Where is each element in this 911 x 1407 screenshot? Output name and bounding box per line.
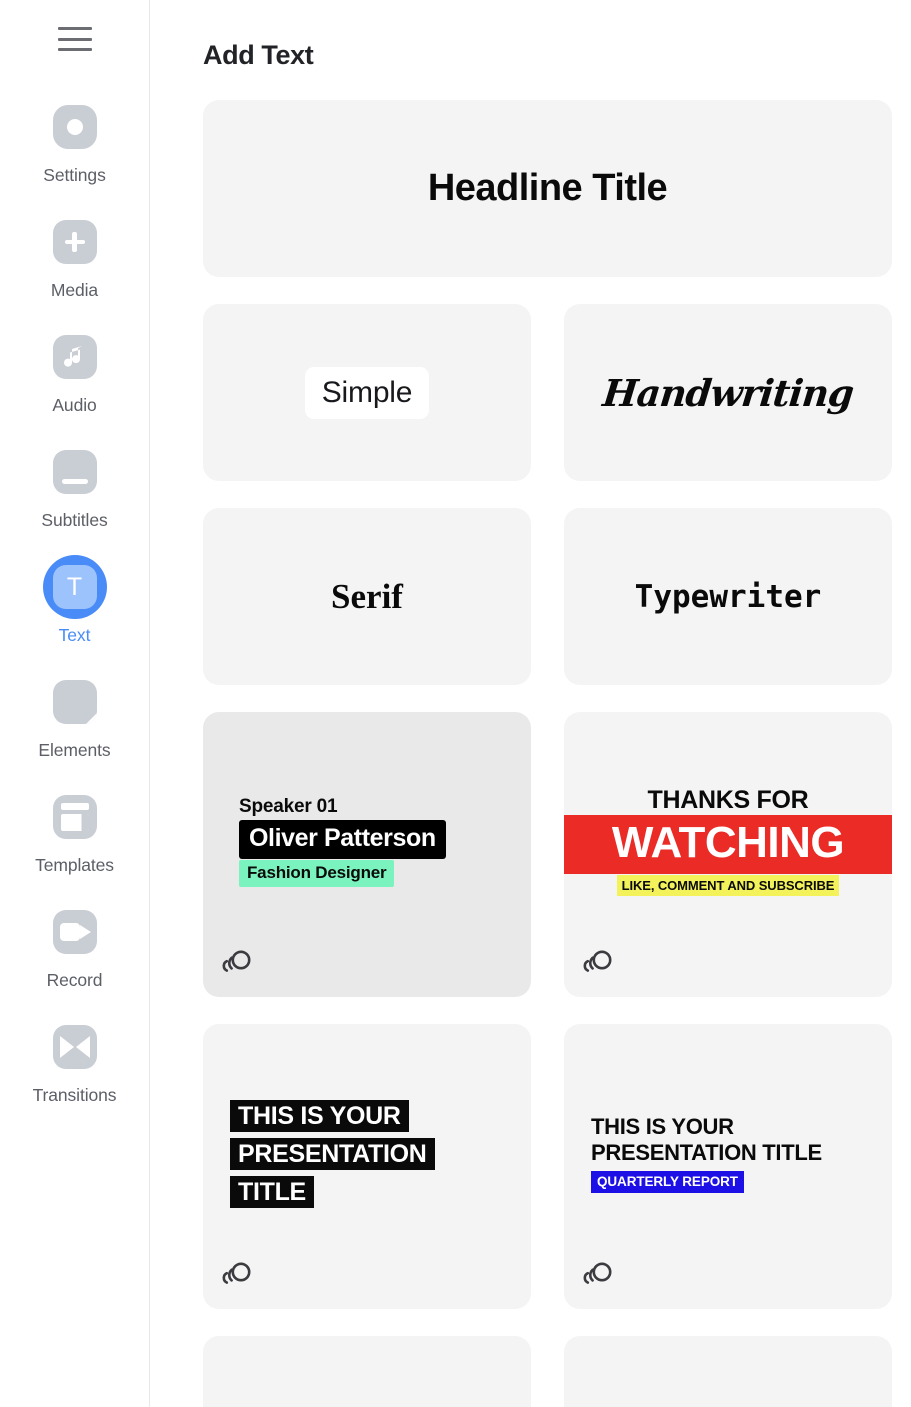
speaker-role: Fashion Designer — [239, 860, 395, 887]
presentation-badge-preview: THIS IS YOUR PRESENTATION TITLE QUARTERL… — [564, 1114, 892, 1194]
text-t-icon: T — [52, 565, 97, 609]
hamburger-bar — [57, 37, 92, 41]
plus-media-icon — [52, 220, 97, 264]
presentation-highlight-preview: THIS IS YOUR PRESENTATION TITLE — [203, 1097, 531, 1211]
text-style-card-handwriting[interactable]: Handwriting — [564, 304, 892, 481]
text-style-card-serif[interactable]: Serif — [203, 508, 531, 685]
animation-icon — [583, 949, 615, 982]
text-style-preview: Headline Title — [427, 167, 668, 209]
sidebar-item-settings[interactable]: Settings — [0, 95, 149, 186]
sidebar-item-text[interactable]: T Text — [0, 555, 149, 646]
text-style-card-headline[interactable]: Headline Title — [203, 100, 892, 277]
presentation-highlight-text: THIS IS YOUR PRESENTATION TITLE — [230, 1099, 435, 1208]
sidebar-item-label: Media — [50, 280, 99, 300]
page-title: Add Text — [203, 40, 314, 70]
text-style-preview: Simple — [304, 366, 430, 419]
text-style-card-next-right[interactable] — [564, 1336, 892, 1407]
elements-icon-wrap — [43, 670, 107, 734]
text-style-card-speaker[interactable]: Speaker 01 Oliver Patterson Fashion Desi… — [203, 712, 531, 997]
text-style-card-presentation-badge[interactable]: THIS IS YOUR PRESENTATION TITLE QUARTERL… — [564, 1024, 892, 1309]
transitions-icon-wrap — [43, 1015, 107, 1079]
thanks-line-1: THANKS FOR — [647, 785, 809, 814]
text-style-card-typewriter[interactable]: Typewriter — [564, 508, 892, 685]
sidebar-item-label: Text — [58, 625, 91, 645]
elements-shape-icon — [52, 680, 97, 724]
text-style-grid: Headline Title Simple Handwriting Serif … — [203, 100, 892, 1407]
thanks-preview: THANKS FOR WATCHING LIKE, COMMENT AND SU… — [564, 785, 892, 897]
hamburger-bar — [57, 48, 92, 51]
speaker-preview: Speaker 01 Oliver Patterson Fashion Desi… — [203, 796, 531, 887]
media-icon-wrap — [43, 210, 107, 274]
text-t-glyph: T — [66, 572, 83, 601]
text-panel: Add Text Headline Title Simple Handwriti… — [150, 0, 911, 1407]
text-style-preview: Handwriting — [600, 370, 856, 415]
speaker-eyebrow: Speaker 01 — [239, 796, 338, 817]
music-note-icon — [52, 335, 97, 379]
video-camera-icon — [52, 910, 97, 954]
audio-icon-wrap — [43, 325, 107, 389]
text-style-card-thanks-for-watching[interactable]: THANKS FOR WATCHING LIKE, COMMENT AND SU… — [564, 712, 892, 997]
sidebar-item-templates[interactable]: Templates — [0, 785, 149, 876]
presentation-line-2: PRESENTATION TITLE — [591, 1140, 822, 1165]
app-root: Settings Media Audio Subtitles T Text El… — [0, 0, 911, 1407]
text-style-preview: Serif — [331, 576, 403, 616]
sidebar-item-label: Record — [46, 970, 103, 990]
sidebar-item-media[interactable]: Media — [0, 210, 149, 301]
sidebar-item-label: Audio — [52, 395, 97, 415]
speaker-name: Oliver Patterson — [239, 820, 446, 859]
sidebar-item-subtitles[interactable]: Subtitles — [0, 440, 149, 531]
sidebar-item-label: Elements — [38, 740, 111, 760]
text-style-card-next-left[interactable] — [203, 1336, 531, 1407]
thanks-line-3: LIKE, COMMENT AND SUBSCRIBE — [616, 875, 840, 897]
sidebar-item-record[interactable]: Record — [0, 900, 149, 991]
settings-icon-wrap — [43, 95, 107, 159]
sidebar-item-audio[interactable]: Audio — [0, 325, 149, 416]
templates-layout-icon — [52, 795, 97, 839]
sidebar: Settings Media Audio Subtitles T Text El… — [0, 0, 150, 1407]
animation-icon — [222, 949, 254, 982]
subtitles-icon — [52, 450, 97, 494]
sidebar-item-elements[interactable]: Elements — [0, 670, 149, 761]
sidebar-item-transitions[interactable]: Transitions — [0, 1015, 149, 1106]
sidebar-item-label: Subtitles — [41, 510, 108, 530]
sidebar-item-label: Transitions — [32, 1085, 117, 1105]
record-icon-wrap — [43, 900, 107, 964]
subtitles-icon-wrap — [43, 440, 107, 504]
text-style-card-presentation-highlight[interactable]: THIS IS YOUR PRESENTATION TITLE — [203, 1024, 531, 1309]
animation-icon — [222, 1261, 254, 1294]
animation-icon — [583, 1261, 615, 1294]
sidebar-item-label: Templates — [35, 855, 114, 875]
thanks-line-2: WATCHING — [564, 815, 892, 875]
templates-icon-wrap — [43, 785, 107, 849]
transitions-bowtie-icon — [52, 1025, 97, 1069]
presentation-line-1: THIS IS YOUR — [591, 1113, 734, 1139]
settings-icon — [52, 105, 97, 149]
hamburger-menu-icon[interactable] — [57, 27, 92, 51]
hamburger-bar — [57, 27, 92, 30]
text-style-card-simple[interactable]: Simple — [203, 304, 531, 481]
text-icon-wrap: T — [42, 555, 107, 619]
text-style-preview: Typewriter — [634, 578, 822, 615]
presentation-badge: QUARTERLY REPORT — [591, 1171, 744, 1194]
sidebar-item-label: Settings — [43, 165, 106, 185]
